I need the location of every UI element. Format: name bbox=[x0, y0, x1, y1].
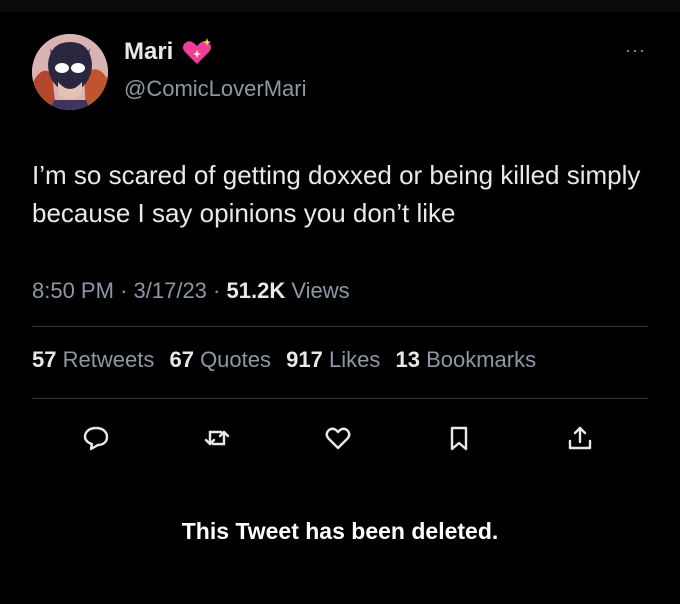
bookmarks-count: 13 bbox=[395, 347, 420, 372]
deleted-notice: This Tweet has been deleted. bbox=[181, 518, 499, 544]
divider bbox=[32, 398, 648, 399]
author-name[interactable]: Mari bbox=[124, 38, 173, 66]
views-count: 51.2K bbox=[226, 278, 286, 303]
views-label: Views bbox=[291, 278, 350, 303]
like-button[interactable] bbox=[320, 420, 356, 456]
tweet-date[interactable]: 3/17/23 bbox=[134, 278, 207, 303]
tweet-text: I’m so scared of getting doxxed or being… bbox=[32, 160, 641, 228]
engagement-stats: 57 Retweets 67 Quotes 917 Likes 13 Bookm… bbox=[32, 347, 545, 373]
meta-separator: · bbox=[120, 278, 134, 303]
quotes-count: 67 bbox=[169, 347, 194, 372]
retweet-icon bbox=[204, 430, 230, 446]
avatar[interactable] bbox=[32, 34, 108, 110]
bookmark-button[interactable] bbox=[441, 420, 477, 456]
author-row: Mari bbox=[124, 38, 213, 66]
likes-count: 917 bbox=[286, 347, 323, 372]
retweets-label: Retweets bbox=[62, 347, 155, 372]
top-bar bbox=[0, 0, 680, 12]
action-bar bbox=[78, 420, 598, 456]
bookmark-icon bbox=[450, 426, 468, 451]
quotes-stat[interactable]: 67 Quotes bbox=[169, 347, 271, 372]
author-handle[interactable]: @ComicLoverMari bbox=[124, 76, 306, 102]
more-options-icon[interactable]: ··· bbox=[625, 40, 646, 61]
retweets-count: 57 bbox=[32, 347, 57, 372]
bookmarks-label: Bookmarks bbox=[426, 347, 537, 372]
divider bbox=[32, 326, 648, 327]
avatar-image bbox=[32, 34, 108, 110]
reply-button[interactable] bbox=[78, 420, 114, 456]
tweet-meta: 8:50 PM · 3/17/23 · 51.2K Views bbox=[32, 278, 350, 304]
likes-label: Likes bbox=[328, 347, 381, 372]
share-button[interactable] bbox=[562, 420, 598, 456]
bookmarks-stat[interactable]: 13 Bookmarks bbox=[395, 347, 536, 372]
tweet-time[interactable]: 8:50 PM bbox=[32, 278, 114, 303]
meta-separator: · bbox=[213, 278, 227, 303]
quotes-label: Quotes bbox=[200, 347, 271, 372]
sparkling-heart-icon bbox=[181, 38, 213, 66]
reply-icon bbox=[83, 426, 109, 451]
heart-icon bbox=[325, 427, 351, 450]
retweets-stat[interactable]: 57 Retweets bbox=[32, 347, 154, 372]
likes-stat[interactable]: 917 Likes bbox=[286, 347, 380, 372]
retweet-button[interactable] bbox=[199, 420, 235, 456]
share-icon bbox=[568, 426, 592, 450]
